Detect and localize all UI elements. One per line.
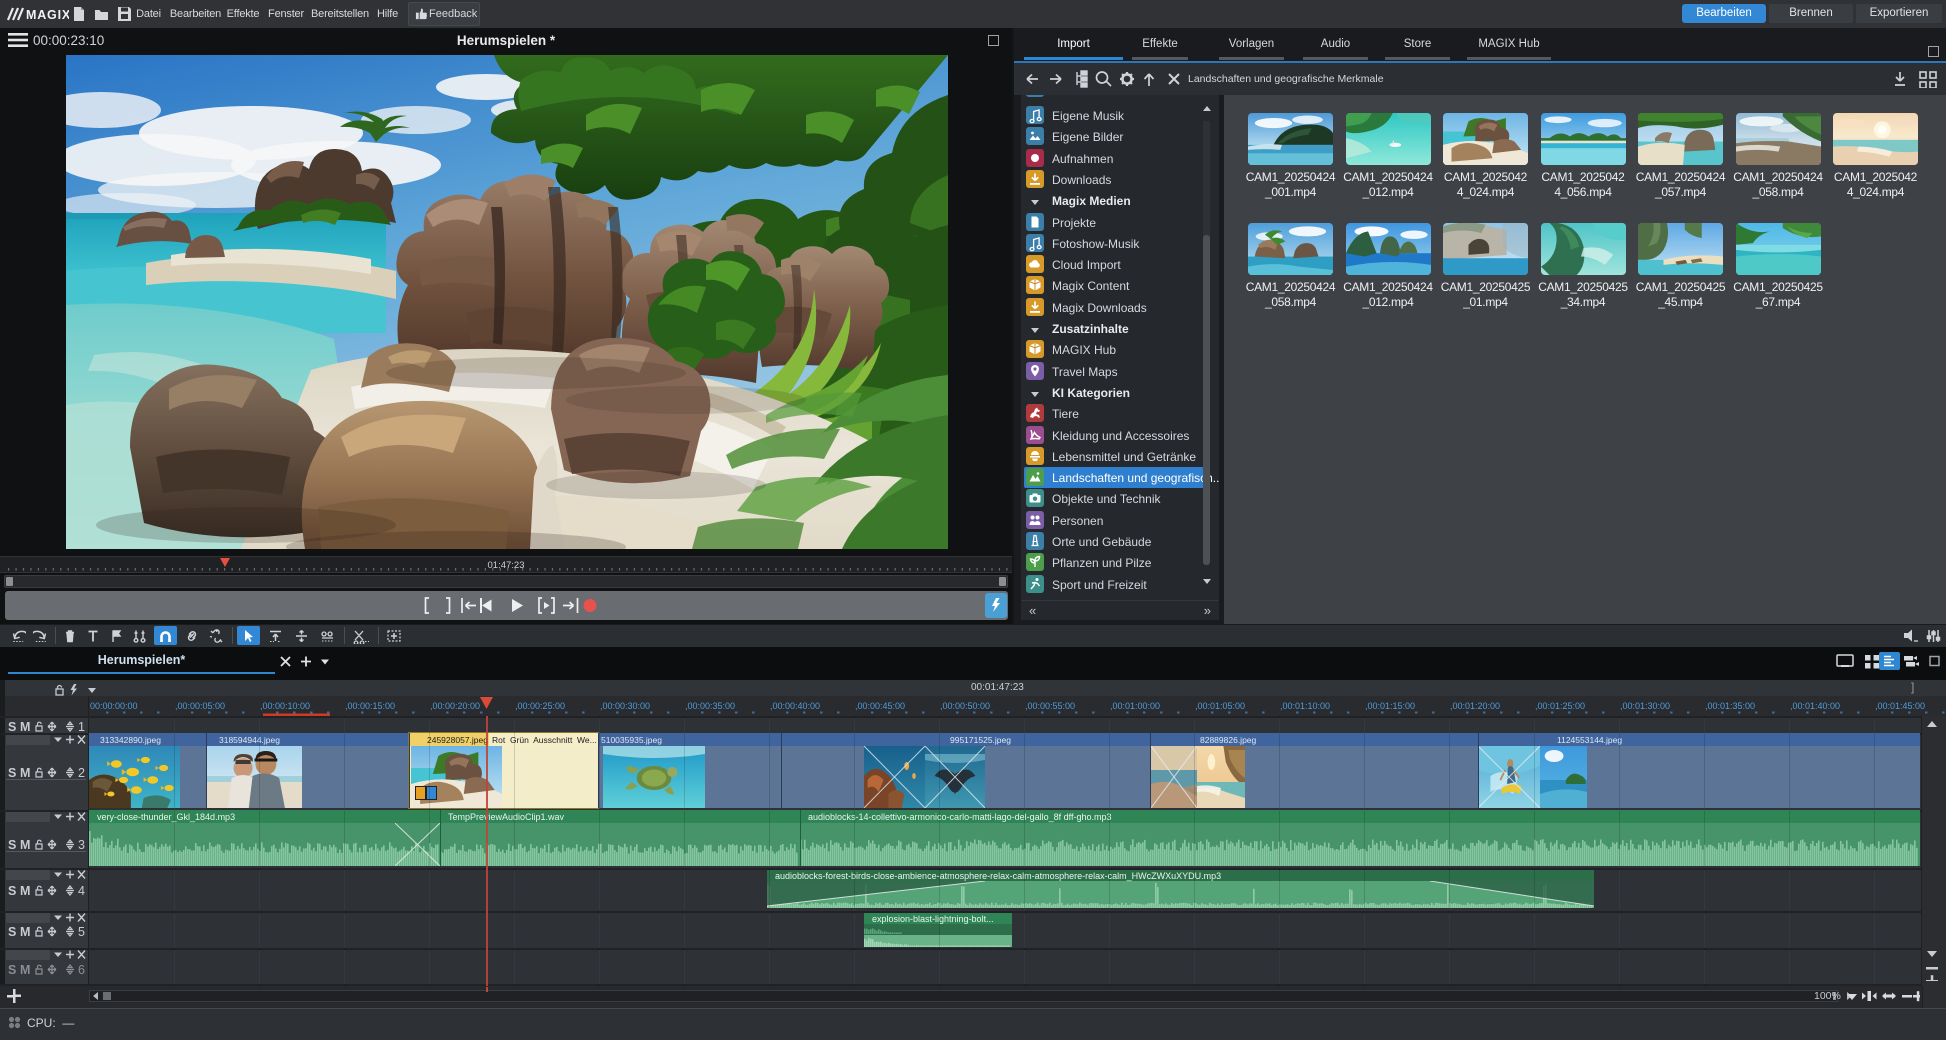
svg-text:,00:01:00:00: ,00:01:00:00 bbox=[1110, 701, 1160, 711]
svg-text:,00:00:30:00: ,00:00:30:00 bbox=[600, 701, 650, 711]
svg-text:00:00:00:00: 00:00:00:00 bbox=[90, 701, 138, 711]
svg-text:MAGIX: MAGIX bbox=[26, 8, 69, 22]
svg-text:,00:01:20:00: ,00:01:20:00 bbox=[1450, 701, 1500, 711]
svg-text:,00:01:25:00: ,00:01:25:00 bbox=[1535, 701, 1585, 711]
svg-text:01:47:23: 01:47:23 bbox=[488, 560, 525, 571]
svg-text:,00:00:45:00: ,00:00:45:00 bbox=[855, 701, 905, 711]
svg-text:,00:01:15:00: ,00:01:15:00 bbox=[1365, 701, 1415, 711]
svg-text:,00:01:05:00: ,00:01:05:00 bbox=[1195, 701, 1245, 711]
svg-text:,00:00:20:00: ,00:00:20:00 bbox=[430, 701, 480, 711]
svg-text:,00:01:10:00: ,00:01:10:00 bbox=[1280, 701, 1330, 711]
svg-text:,00:00:15:00: ,00:00:15:00 bbox=[345, 701, 395, 711]
svg-text:,00:01:30:00: ,00:01:30:00 bbox=[1620, 701, 1670, 711]
svg-text:,00:00:05:00: ,00:00:05:00 bbox=[175, 701, 225, 711]
svg-text:,00:00:40:00: ,00:00:40:00 bbox=[770, 701, 820, 711]
svg-text:,00:00:50:00: ,00:00:50:00 bbox=[940, 701, 990, 711]
svg-text:,00:00:55:00: ,00:00:55:00 bbox=[1025, 701, 1075, 711]
svg-text:,00:00:35:00: ,00:00:35:00 bbox=[685, 701, 735, 711]
svg-text:,00:01:35:00: ,00:01:35:00 bbox=[1705, 701, 1755, 711]
svg-text:,00:01:45:00: ,00:01:45:00 bbox=[1875, 701, 1925, 711]
svg-text:,00:00:25:00: ,00:00:25:00 bbox=[515, 701, 565, 711]
svg-text:,00:01:40:00: ,00:01:40:00 bbox=[1790, 701, 1840, 711]
svg-text:,00:00:10:00: ,00:00:10:00 bbox=[260, 701, 310, 711]
